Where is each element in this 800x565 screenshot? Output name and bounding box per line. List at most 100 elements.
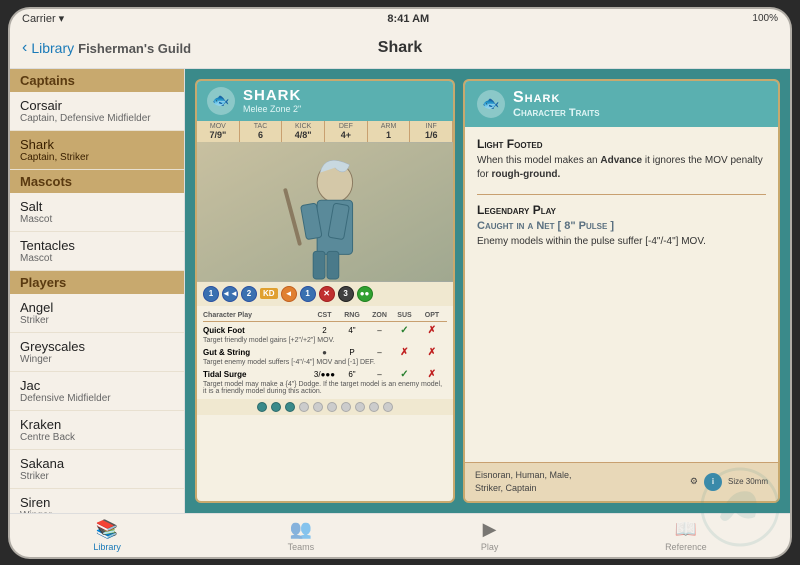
tab-reference[interactable]: 📖 Reference	[665, 519, 707, 552]
token-8: ●●	[357, 286, 373, 302]
token-7: 3	[338, 286, 354, 302]
sidebar-item-name: Kraken	[20, 417, 174, 432]
progress-dot	[285, 402, 295, 412]
play-desc-1: Target friendly model gains [+2"/+2"] MO…	[203, 337, 447, 344]
sidebar-item[interactable]: JacDefensive Midfielder	[10, 372, 184, 411]
plays-header: Character Play CST RNG ZON SUS OPT	[203, 310, 447, 322]
play-desc-3: Target model may make a {4"} Dodge. If t…	[203, 381, 447, 395]
tab-play[interactable]: ▶ Play	[481, 519, 499, 552]
progress-dot	[299, 402, 309, 412]
traits-card-name: Shark	[513, 89, 600, 107]
sidebar-item[interactable]: KrakenCentre Back	[10, 411, 184, 450]
play-rng-1: 4"	[337, 326, 367, 335]
play-name-2: Gut & String	[203, 348, 312, 357]
stat-cell: TAC6	[240, 121, 283, 142]
sidebar-item[interactable]: SharkCaptain, Striker	[10, 131, 184, 170]
tab-library[interactable]: 📚 Library	[93, 519, 121, 552]
progress-dot	[327, 402, 337, 412]
tab-reference-label: Reference	[665, 542, 707, 552]
sidebar-item[interactable]: SakanaStriker	[10, 450, 184, 489]
play-sus-2: ✗	[392, 347, 417, 358]
character-art	[197, 142, 453, 282]
sidebar-item-sub: Captain, Defensive Midfielder	[20, 113, 174, 124]
plays-col-sus: SUS	[392, 312, 417, 319]
legendary-play-label: Legendary Play	[477, 203, 766, 217]
plays-col-zon: ZON	[367, 312, 392, 319]
back-label[interactable]: Library	[31, 40, 74, 56]
tab-teams-label: Teams	[288, 542, 315, 552]
sidebar-item-sub: Centre Back	[20, 432, 174, 443]
movement-icon: ⚙	[690, 476, 698, 487]
play-row-3: Tidal Surge 3/●●● 6" – ✓ ✗ Target model …	[203, 369, 447, 395]
sidebar-item[interactable]: SaltMascot	[10, 193, 184, 232]
ipad-frame: Carrier ▾ 8:41 AM 100% ‹ Library Fisherm…	[10, 9, 790, 557]
sidebar-item-sub: Winger	[20, 354, 174, 365]
play-cst-3: 3/●●●	[312, 370, 337, 379]
play-zon-1: –	[367, 326, 392, 335]
play-opt-1: ✗	[417, 325, 447, 336]
trait-desc-1: When this model makes an Advance it igno…	[477, 154, 766, 182]
sidebar-item-sub: Captain, Striker	[20, 152, 174, 163]
play-cst-2: ●	[312, 348, 337, 357]
sidebar-section-header: Mascots	[10, 170, 184, 193]
play-zon-3: –	[367, 370, 392, 379]
stat-cell: ARM1	[368, 121, 411, 142]
play-rng-3: 6"	[337, 370, 367, 379]
token-5: 1	[300, 286, 316, 302]
play-zon-2: –	[367, 348, 392, 357]
card-header: 🐟 SHARK Melee Zone 2"	[197, 81, 453, 121]
play-row-1: Quick Foot 2 4" – ✓ ✗ Target friendly mo…	[203, 325, 447, 344]
back-chevron-icon[interactable]: ‹	[22, 39, 27, 57]
sidebar-item[interactable]: GreyscalesWinger	[10, 333, 184, 372]
token-1: 1	[203, 286, 219, 302]
plays-col-rng: RNG	[337, 312, 367, 319]
tab-reference-icon: 📖	[675, 519, 697, 540]
play-sus-1: ✓	[392, 325, 417, 336]
sidebar-item[interactable]: CorsairCaptain, Defensive Midfielder	[10, 92, 184, 131]
sidebar-item-sub: Mascot	[20, 214, 174, 225]
time-text: 8:41 AM	[387, 13, 429, 25]
sidebar-item-name: Tentacles	[20, 238, 174, 253]
progress-dot	[257, 402, 267, 412]
sidebar: CaptainsCorsairCaptain, Defensive Midfie…	[10, 69, 185, 513]
trait-light-footed: Light Footed When this model makes an Ad…	[477, 137, 766, 182]
sidebar-item[interactable]: SirenWinger	[10, 489, 184, 513]
tab-library-label: Library	[93, 542, 121, 552]
progress-dot	[341, 402, 351, 412]
guild-name: Fisherman's Guild	[78, 41, 191, 56]
token-6: ✕	[319, 286, 335, 302]
progress-dot	[271, 402, 281, 412]
footer-info: Eisnoran, Human, Male,Striker, Captain	[475, 469, 572, 494]
tab-play-icon: ▶	[483, 519, 497, 540]
sidebar-item-sub: Defensive Midfielder	[20, 393, 174, 404]
tab-teams-icon: 👥	[290, 519, 312, 540]
sidebar-section-header: Captains	[10, 69, 184, 92]
stat-cell: INF1/6	[410, 121, 453, 142]
token-3: 2	[241, 286, 257, 302]
sidebar-item-name: Greyscales	[20, 339, 174, 354]
sidebar-item[interactable]: TentaclesMascot	[10, 232, 184, 271]
legendary-play-section: Legendary Play Caught in a Net [ 8" Puls…	[477, 194, 766, 249]
sidebar-item-name: Siren	[20, 495, 174, 510]
progress-dot	[355, 402, 365, 412]
character-card-left: 🐟 SHARK Melee Zone 2" MOV7/9"TAC6KICK4/8…	[195, 79, 455, 503]
stat-cell: KICK4/8"	[282, 121, 325, 142]
tab-bar: 📚 Library 👥 Teams ▶ Play 📖 Reference	[10, 513, 790, 557]
tab-library-icon: 📚	[96, 519, 118, 540]
progress-dot	[369, 402, 379, 412]
traits-content: Light Footed When this model makes an Ad…	[465, 127, 778, 463]
nav-bar: ‹ Library Fisherman's Guild Shark	[10, 29, 790, 69]
plays-section: Character Play CST RNG ZON SUS OPT Quick…	[197, 306, 453, 399]
sidebar-item-sub: Striker	[20, 315, 174, 326]
card-melee-zone: Melee Zone 2"	[243, 104, 301, 114]
stats-row: MOV7/9"TAC6KICK4/8"DEF4+ARM1INF1/6	[197, 121, 453, 142]
tab-teams[interactable]: 👥 Teams	[288, 519, 315, 552]
plays-col-cst: CST	[312, 312, 337, 319]
traits-header-icon: 🐟	[477, 90, 505, 118]
status-bar: Carrier ▾ 8:41 AM 100%	[10, 9, 790, 29]
carrier-text: Carrier ▾	[22, 12, 64, 25]
nav-back-area[interactable]: ‹ Library Fisherman's Guild	[22, 39, 191, 57]
sidebar-item[interactable]: AngelStriker	[10, 294, 184, 333]
sidebar-item-name: Salt	[20, 199, 174, 214]
sidebar-item-name: Jac	[20, 378, 174, 393]
